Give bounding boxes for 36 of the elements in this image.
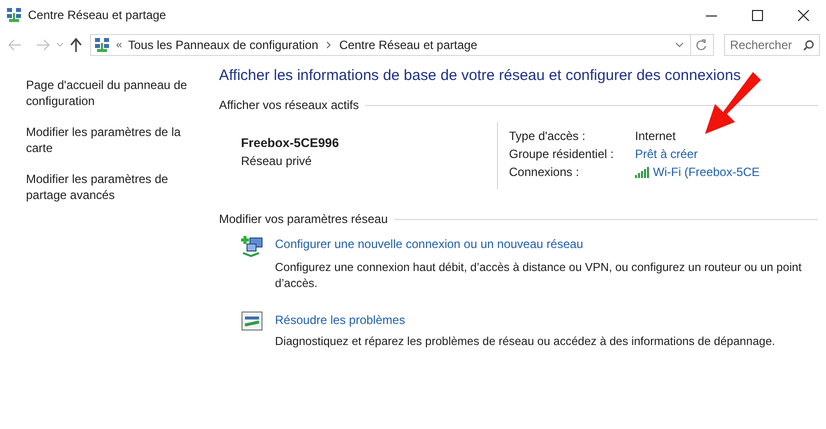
network-icon xyxy=(6,7,22,23)
maximize-icon xyxy=(752,10,762,20)
sidebar-link[interactable]: Modifier les paramètres de la carte xyxy=(26,124,193,156)
troubleshoot-icon xyxy=(241,311,263,331)
chevron-right-icon[interactable] xyxy=(326,41,332,49)
task-link[interactable]: Configurer une nouvelle connexion ou un nouveau réseau xyxy=(275,235,818,257)
wifi-signal-icon xyxy=(635,166,650,178)
search-field[interactable]: Rechercher xyxy=(724,34,820,56)
connection-link[interactable]: Wi-Fi (Freebox-5CE xyxy=(653,165,760,179)
breadcrumb-item[interactable]: Tous les Panneaux de configuration xyxy=(128,38,318,52)
network-icon xyxy=(94,37,110,53)
breadcrumb-item[interactable]: Centre Réseau et partage xyxy=(339,38,478,52)
property-value: Internet xyxy=(635,129,676,143)
property-label: Type d'accès : xyxy=(509,129,586,143)
address-bar[interactable]: « Tous les Panneaux de configuration Centre Réseau et partage xyxy=(90,34,714,56)
up-arrow-icon[interactable] xyxy=(70,38,82,52)
sidebar-link[interactable]: Modifier les paramètres de partage avancés xyxy=(26,171,193,203)
close-icon xyxy=(798,10,808,20)
search-icon xyxy=(803,40,814,50)
window-title: Centre Réseau et partage xyxy=(28,8,166,22)
section-title: Afficher vos réseaux actifs xyxy=(219,98,359,112)
network-profile: Réseau privé xyxy=(241,154,313,168)
chevron-down-icon[interactable] xyxy=(675,42,684,48)
section-title: Modifier vos paramètres réseau xyxy=(219,212,388,226)
refresh-icon xyxy=(695,39,707,51)
property-label: Groupe résidentiel : xyxy=(509,147,615,161)
homegroup-link[interactable]: Prêt à créer xyxy=(635,147,698,161)
new-connection-icon xyxy=(241,235,263,257)
overflow-chevrons[interactable]: « xyxy=(116,39,122,51)
task-description: Diagnostiquez et réparez les problèmes de réseau ou accédez à des informations de dépannage. xyxy=(275,334,776,350)
task-description: Configurez une connexion haut débit, d’accès à distance ou VPN, ou configurez un routeur ou un point d’accès. xyxy=(275,260,803,292)
network-name: Freebox-5CE996 xyxy=(241,136,340,150)
task-link[interactable]: Résoudre les problèmes xyxy=(275,311,818,331)
page-heading: Afficher les informations de base de votre réseau et configurer des connexions xyxy=(219,66,742,86)
sidebar-link[interactable]: Page d'accueil du panneau de configuration xyxy=(26,77,193,109)
property-label: Connexions : xyxy=(509,165,580,179)
